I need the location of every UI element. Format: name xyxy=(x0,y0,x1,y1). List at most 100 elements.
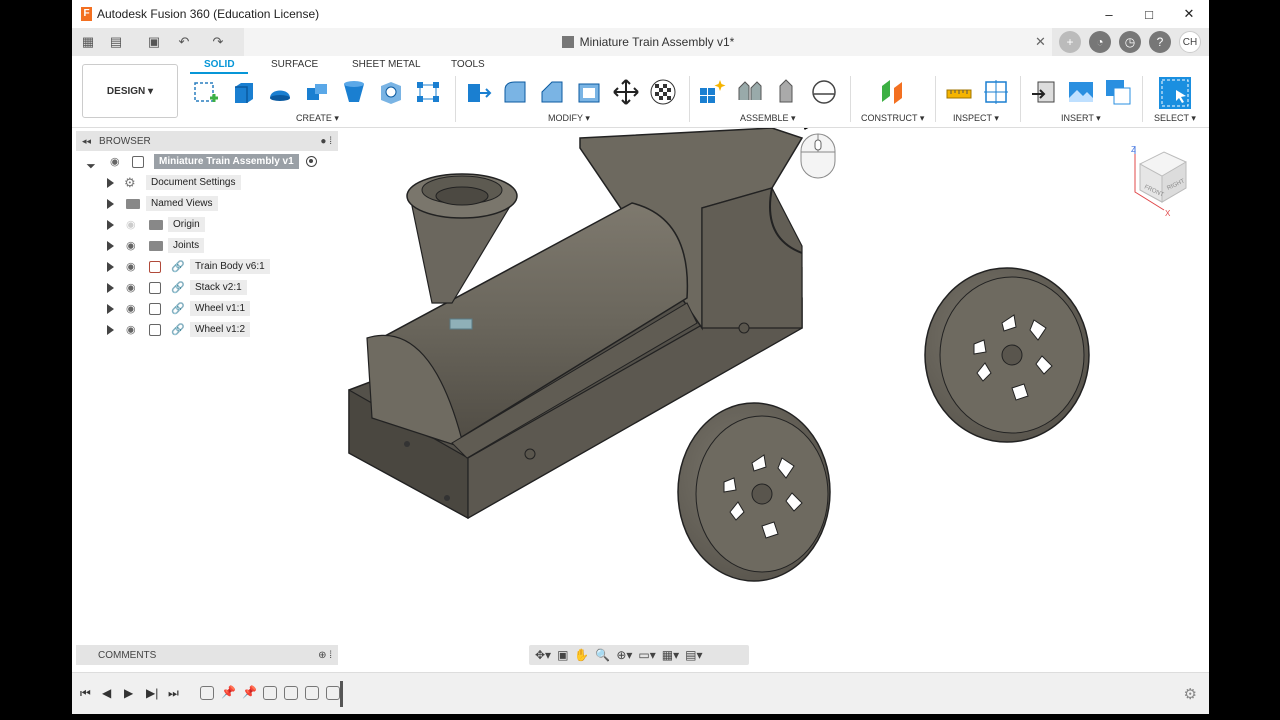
modify-menu[interactable]: MODIFY ▾ xyxy=(548,113,590,124)
tree-item-wheel-2[interactable]: ◉ 🔗 Wheel v1:2 xyxy=(76,319,338,340)
visibility-eye-icon[interactable]: ◉ xyxy=(110,155,120,168)
inspect-menu[interactable]: INSPECT ▾ xyxy=(953,113,999,124)
pan-icon[interactable]: ✋ xyxy=(574,648,589,662)
grid-settings-icon[interactable]: ▦▾ xyxy=(662,648,679,662)
go-to-end-icon[interactable]: ⏭ xyxy=(168,686,179,701)
hidden-eye-icon[interactable]: ◉ xyxy=(126,218,136,231)
new-tab-icon[interactable]: + xyxy=(1059,31,1081,53)
timeline-feature-ground-pin[interactable]: 📌 xyxy=(242,685,257,699)
press-pull-icon[interactable] xyxy=(464,78,492,106)
wheel-model-1[interactable] xyxy=(677,402,831,582)
offset-plane-icon[interactable] xyxy=(878,78,906,106)
step-forward-icon[interactable]: ▶| xyxy=(146,686,158,700)
tree-item-named-views[interactable]: Named Views xyxy=(76,193,338,214)
revolve-icon[interactable] xyxy=(266,78,294,106)
view-cube[interactable]: FRONT RIGHT Z X xyxy=(1130,144,1192,218)
fit-icon[interactable]: ⊕▾ xyxy=(616,648,632,662)
redo-icon[interactable]: ↷ xyxy=(210,34,226,50)
select-menu[interactable]: SELECT ▾ xyxy=(1154,113,1196,124)
timeline-feature-component[interactable] xyxy=(326,686,340,700)
create-menu[interactable]: CREATE ▾ xyxy=(296,113,339,124)
loft-icon[interactable] xyxy=(340,78,368,106)
display-settings-icon[interactable]: ▭▾ xyxy=(638,648,655,662)
insert-canvas-icon[interactable] xyxy=(1067,78,1095,106)
comments-panel[interactable]: COMMENTS ⊕ ⁞ xyxy=(76,645,338,665)
assemble-menu[interactable]: ASSEMBLE ▾ xyxy=(740,113,796,124)
play-icon[interactable]: ▶ xyxy=(124,686,133,700)
insert-derive-icon[interactable] xyxy=(1030,78,1058,106)
data-panel-grid-icon[interactable]: ▦ xyxy=(80,34,96,50)
help-icon[interactable]: ? xyxy=(1149,31,1171,53)
tab-solid[interactable]: SOLID xyxy=(204,59,235,70)
activate-radio-icon[interactable] xyxy=(306,156,317,167)
extrude-icon[interactable] xyxy=(229,78,257,106)
tree-item-document-settings[interactable]: ⚙ Document Settings xyxy=(76,172,338,193)
insert-decal-icon[interactable] xyxy=(1104,78,1132,106)
tree-item-wheel-1[interactable]: ◉ 🔗 Wheel v1:1 xyxy=(76,298,338,319)
visibility-eye-icon[interactable]: ◉ xyxy=(126,323,136,336)
shell-icon[interactable] xyxy=(575,78,603,106)
close-window-button[interactable]: ✕ xyxy=(1169,0,1209,28)
timeline-marker[interactable] xyxy=(340,681,343,707)
chamfer-icon[interactable] xyxy=(538,78,566,106)
visibility-eye-icon[interactable]: ◉ xyxy=(126,281,136,294)
orbit-icon[interactable]: ✥▾ xyxy=(535,648,551,662)
construct-menu[interactable]: CONSTRUCT ▾ xyxy=(861,113,924,124)
appearance-icon[interactable] xyxy=(649,78,677,106)
as-built-joint-icon[interactable] xyxy=(772,78,800,106)
file-menu-icon[interactable]: ▤ xyxy=(108,34,124,50)
measure-icon[interactable] xyxy=(945,78,973,106)
move-copy-icon[interactable] xyxy=(612,78,640,106)
expand-arrow-icon[interactable] xyxy=(107,240,114,251)
timeline-feature-component[interactable] xyxy=(200,686,214,700)
tree-item-origin[interactable]: ◉ Origin xyxy=(76,214,338,235)
timeline-feature-ground-pin[interactable]: 📌 xyxy=(221,685,236,699)
visibility-eye-icon[interactable]: ◉ xyxy=(126,302,136,315)
visibility-eye-icon[interactable]: ◉ xyxy=(126,260,136,273)
expand-arrow-icon[interactable] xyxy=(107,282,114,293)
browser-options-icon[interactable]: ● ⁞ xyxy=(320,136,332,147)
wheel-model-2[interactable] xyxy=(924,267,1090,443)
maximize-button[interactable]: □ xyxy=(1129,0,1169,28)
go-to-start-icon[interactable]: ⏮ xyxy=(80,686,91,701)
viewports-icon[interactable]: ▤▾ xyxy=(685,648,702,662)
minimize-button[interactable]: – xyxy=(1089,0,1129,28)
expand-arrow-icon[interactable] xyxy=(107,219,114,230)
add-comment-icon[interactable]: ⊕ ⁞ xyxy=(318,650,332,661)
expand-arrow-icon[interactable] xyxy=(107,198,114,209)
save-icon[interactable]: ▣ xyxy=(146,34,162,50)
select-icon[interactable] xyxy=(1158,76,1192,110)
sweep-icon[interactable] xyxy=(303,78,331,106)
section-analysis-icon[interactable] xyxy=(982,78,1010,106)
timeline-settings-gear-icon[interactable]: ⚙ xyxy=(1184,685,1197,703)
notifications-icon[interactable]: ◷ xyxy=(1119,31,1141,53)
collapse-arrow-icon[interactable] xyxy=(86,155,100,169)
expand-arrow-icon[interactable] xyxy=(107,261,114,272)
timeline-feature-component[interactable] xyxy=(305,686,319,700)
timeline-feature-joint[interactable] xyxy=(284,686,298,700)
step-back-icon[interactable]: ◀ xyxy=(102,686,111,700)
insert-menu[interactable]: INSERT ▾ xyxy=(1061,113,1101,124)
collapse-panel-icon[interactable]: ◂◂ xyxy=(82,136,91,147)
expand-arrow-icon[interactable] xyxy=(107,324,114,335)
close-tab-icon[interactable]: ✕ xyxy=(1035,34,1046,50)
create-sketch-icon[interactable] xyxy=(192,78,220,106)
tree-item-stack[interactable]: ◉ 🔗 Stack v2:1 xyxy=(76,277,338,298)
pattern-icon[interactable] xyxy=(414,78,442,106)
undo-icon[interactable]: ↶ xyxy=(176,34,192,50)
user-avatar[interactable]: CH xyxy=(1179,31,1201,53)
zoom-icon[interactable]: 🔍 xyxy=(595,648,610,662)
workspace-switcher-button[interactable]: DESIGN ▾ xyxy=(82,64,178,118)
visibility-eye-icon[interactable]: ◉ xyxy=(126,239,136,252)
hole-icon[interactable] xyxy=(377,78,405,106)
browser-header[interactable]: ◂◂ BROWSER ● ⁞ xyxy=(76,131,338,151)
job-status-icon[interactable]: ◔ xyxy=(1089,31,1111,53)
fillet-icon[interactable] xyxy=(501,78,529,106)
document-tab[interactable]: Miniature Train Assembly v1* xyxy=(244,28,1052,56)
tree-item-joints[interactable]: ◉ Joints xyxy=(76,235,338,256)
new-component-icon[interactable] xyxy=(698,78,726,106)
expand-arrow-icon[interactable] xyxy=(107,177,114,188)
timeline-feature-component[interactable] xyxy=(263,686,277,700)
tab-surface[interactable]: SURFACE xyxy=(271,59,318,70)
joint-icon[interactable] xyxy=(735,78,763,106)
